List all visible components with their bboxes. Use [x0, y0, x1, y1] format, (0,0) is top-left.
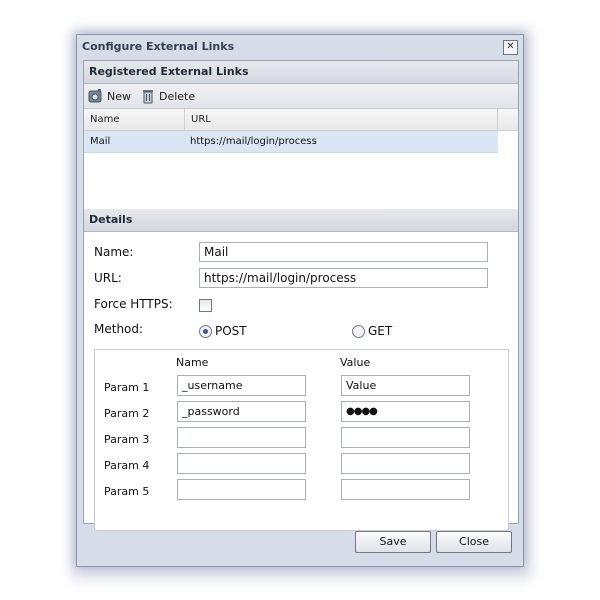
links-grid: Name URL Mail https://mail/login/process	[84, 109, 518, 207]
dialog-title: Configure External Links	[82, 40, 235, 53]
row-name-cell: Mail	[90, 136, 111, 147]
param-4-name-input[interactable]	[177, 453, 306, 474]
name-label: Name:	[94, 245, 134, 259]
details-panel: Details Name: Mail URL: https://mail/log…	[83, 209, 519, 531]
param-2-value-input[interactable]: ●●●●	[341, 401, 470, 422]
url-field[interactable]: https://mail/login/process	[199, 268, 488, 288]
force-https-label: Force HTTPS:	[94, 297, 173, 311]
new-button[interactable]: New	[88, 88, 131, 104]
details-header: Details	[84, 209, 518, 232]
param-1-name-input[interactable]: _username	[177, 375, 306, 396]
url-label: URL:	[94, 271, 122, 285]
close-button[interactable]: Close	[436, 531, 512, 553]
param-5-name-input[interactable]	[177, 479, 306, 500]
param-1-label: Param 1	[104, 381, 150, 394]
param-5-label: Param 5	[104, 485, 150, 498]
param-3-value-input[interactable]	[341, 427, 470, 448]
params-table: Name Value Param 1 _username Value Param…	[94, 349, 509, 531]
column-header-spacer	[498, 109, 518, 130]
save-button[interactable]: Save	[355, 531, 431, 553]
param-2-name-input[interactable]: _password	[177, 401, 306, 422]
force-https-checkbox[interactable]	[199, 299, 212, 312]
params-value-header: Value	[340, 356, 371, 369]
registered-links-panel: Registered External Links New Delete Nam…	[83, 60, 519, 210]
param-5-value-input[interactable]	[341, 479, 470, 500]
param-3-name-input[interactable]	[177, 427, 306, 448]
grid-header-row: Name URL	[84, 109, 518, 131]
method-label: Method:	[94, 322, 144, 336]
delete-button[interactable]: Delete	[141, 89, 195, 104]
table-row[interactable]: Mail https://mail/login/process	[84, 131, 498, 153]
column-header-url[interactable]: URL	[185, 109, 498, 130]
delete-button-label: Delete	[159, 89, 196, 103]
links-toolbar: New Delete	[84, 84, 518, 109]
close-icon[interactable]: ✕	[503, 40, 518, 55]
param-1-value-input[interactable]: Value	[341, 375, 470, 396]
param-2-label: Param 2	[104, 407, 150, 420]
method-post-radio[interactable]	[199, 325, 212, 338]
method-get-radio[interactable]	[352, 325, 365, 338]
param-3-label: Param 3	[104, 433, 150, 446]
method-post-label[interactable]: POST	[215, 324, 247, 338]
new-button-label: New	[107, 89, 131, 103]
column-header-name[interactable]: Name	[84, 109, 185, 130]
radio-selected-dot	[203, 329, 208, 334]
trash-icon	[143, 89, 153, 103]
param-4-value-input[interactable]	[341, 453, 470, 474]
row-url-cell: https://mail/login/process	[190, 136, 317, 147]
param-4-label: Param 4	[104, 459, 150, 472]
configure-external-links-dialog: Configure External Links ✕ Registered Ex…	[76, 34, 524, 567]
params-name-header: Name	[176, 356, 209, 369]
name-field[interactable]: Mail	[199, 242, 488, 262]
new-icon	[88, 88, 102, 102]
registered-links-header: Registered External Links	[84, 61, 518, 84]
method-get-label[interactable]: GET	[368, 324, 392, 338]
